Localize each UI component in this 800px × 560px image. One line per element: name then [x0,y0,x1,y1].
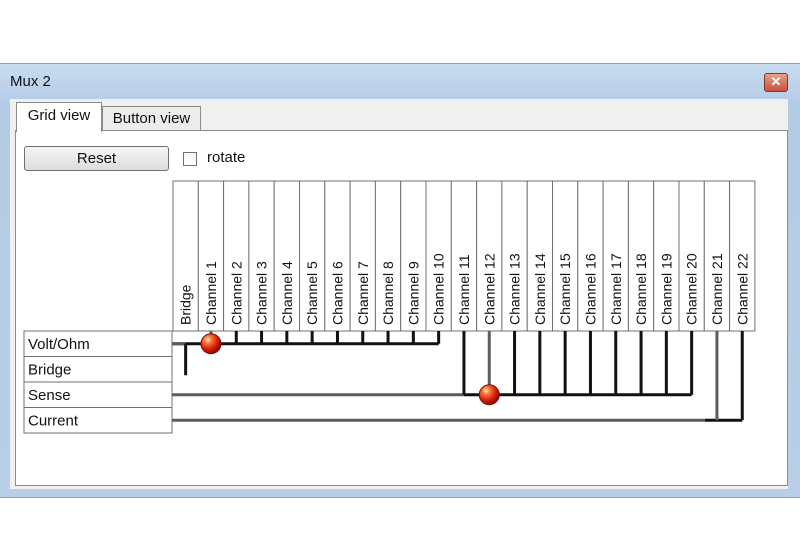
column-label: Channel 2 [228,261,244,325]
column-label: Channel 21 [709,253,725,325]
column-label: Channel 11 [456,254,472,325]
column-label: Channel 4 [279,261,295,325]
close-icon[interactable]: ✕ [764,73,788,92]
row-label: Current [28,412,79,429]
row-label: Bridge [28,361,71,378]
mux-grid[interactable]: Bridge Channel 1 Channel 2 Channel 3 Channel… [10,99,788,489]
column-label: Channel 6 [329,261,345,325]
row-label: Volt/Ohm [28,336,90,353]
column-label: Channel 18 [633,253,649,325]
tab-grid-view[interactable]: Grid view [16,102,102,132]
connection-indicator-icon[interactable] [200,333,222,355]
window-client-area: Grid view Button view Reset rotate Bridg… [10,99,788,489]
connection-indicator-icon[interactable] [478,384,500,406]
column-label: Channel 16 [582,253,598,325]
window-title: Mux 2 [10,73,51,90]
column-label: Channel 12 [481,253,497,325]
column-label: Channel 3 [254,261,270,325]
column-label: Channel 14 [532,253,548,325]
column-label: Channel 17 [608,253,624,325]
mux-window: Mux 2 ✕ Grid view Button view Reset rota… [0,63,800,498]
row-label: Sense [28,387,71,404]
column-label: Channel 10 [431,253,447,325]
column-label: Channel 7 [355,261,371,325]
column-label: Bridge [178,284,194,325]
column-label: Channel 1 [203,261,219,325]
column-label: Channel 13 [507,253,523,325]
column-label: Channel 9 [405,261,421,325]
column-label: Channel 15 [557,253,573,325]
column-label: Channel 8 [380,261,396,325]
column-label: Channel 20 [684,253,700,325]
column-label: Channel 19 [658,253,674,325]
column-label: Channel 5 [304,261,320,325]
column-label: Channel 22 [734,253,750,325]
